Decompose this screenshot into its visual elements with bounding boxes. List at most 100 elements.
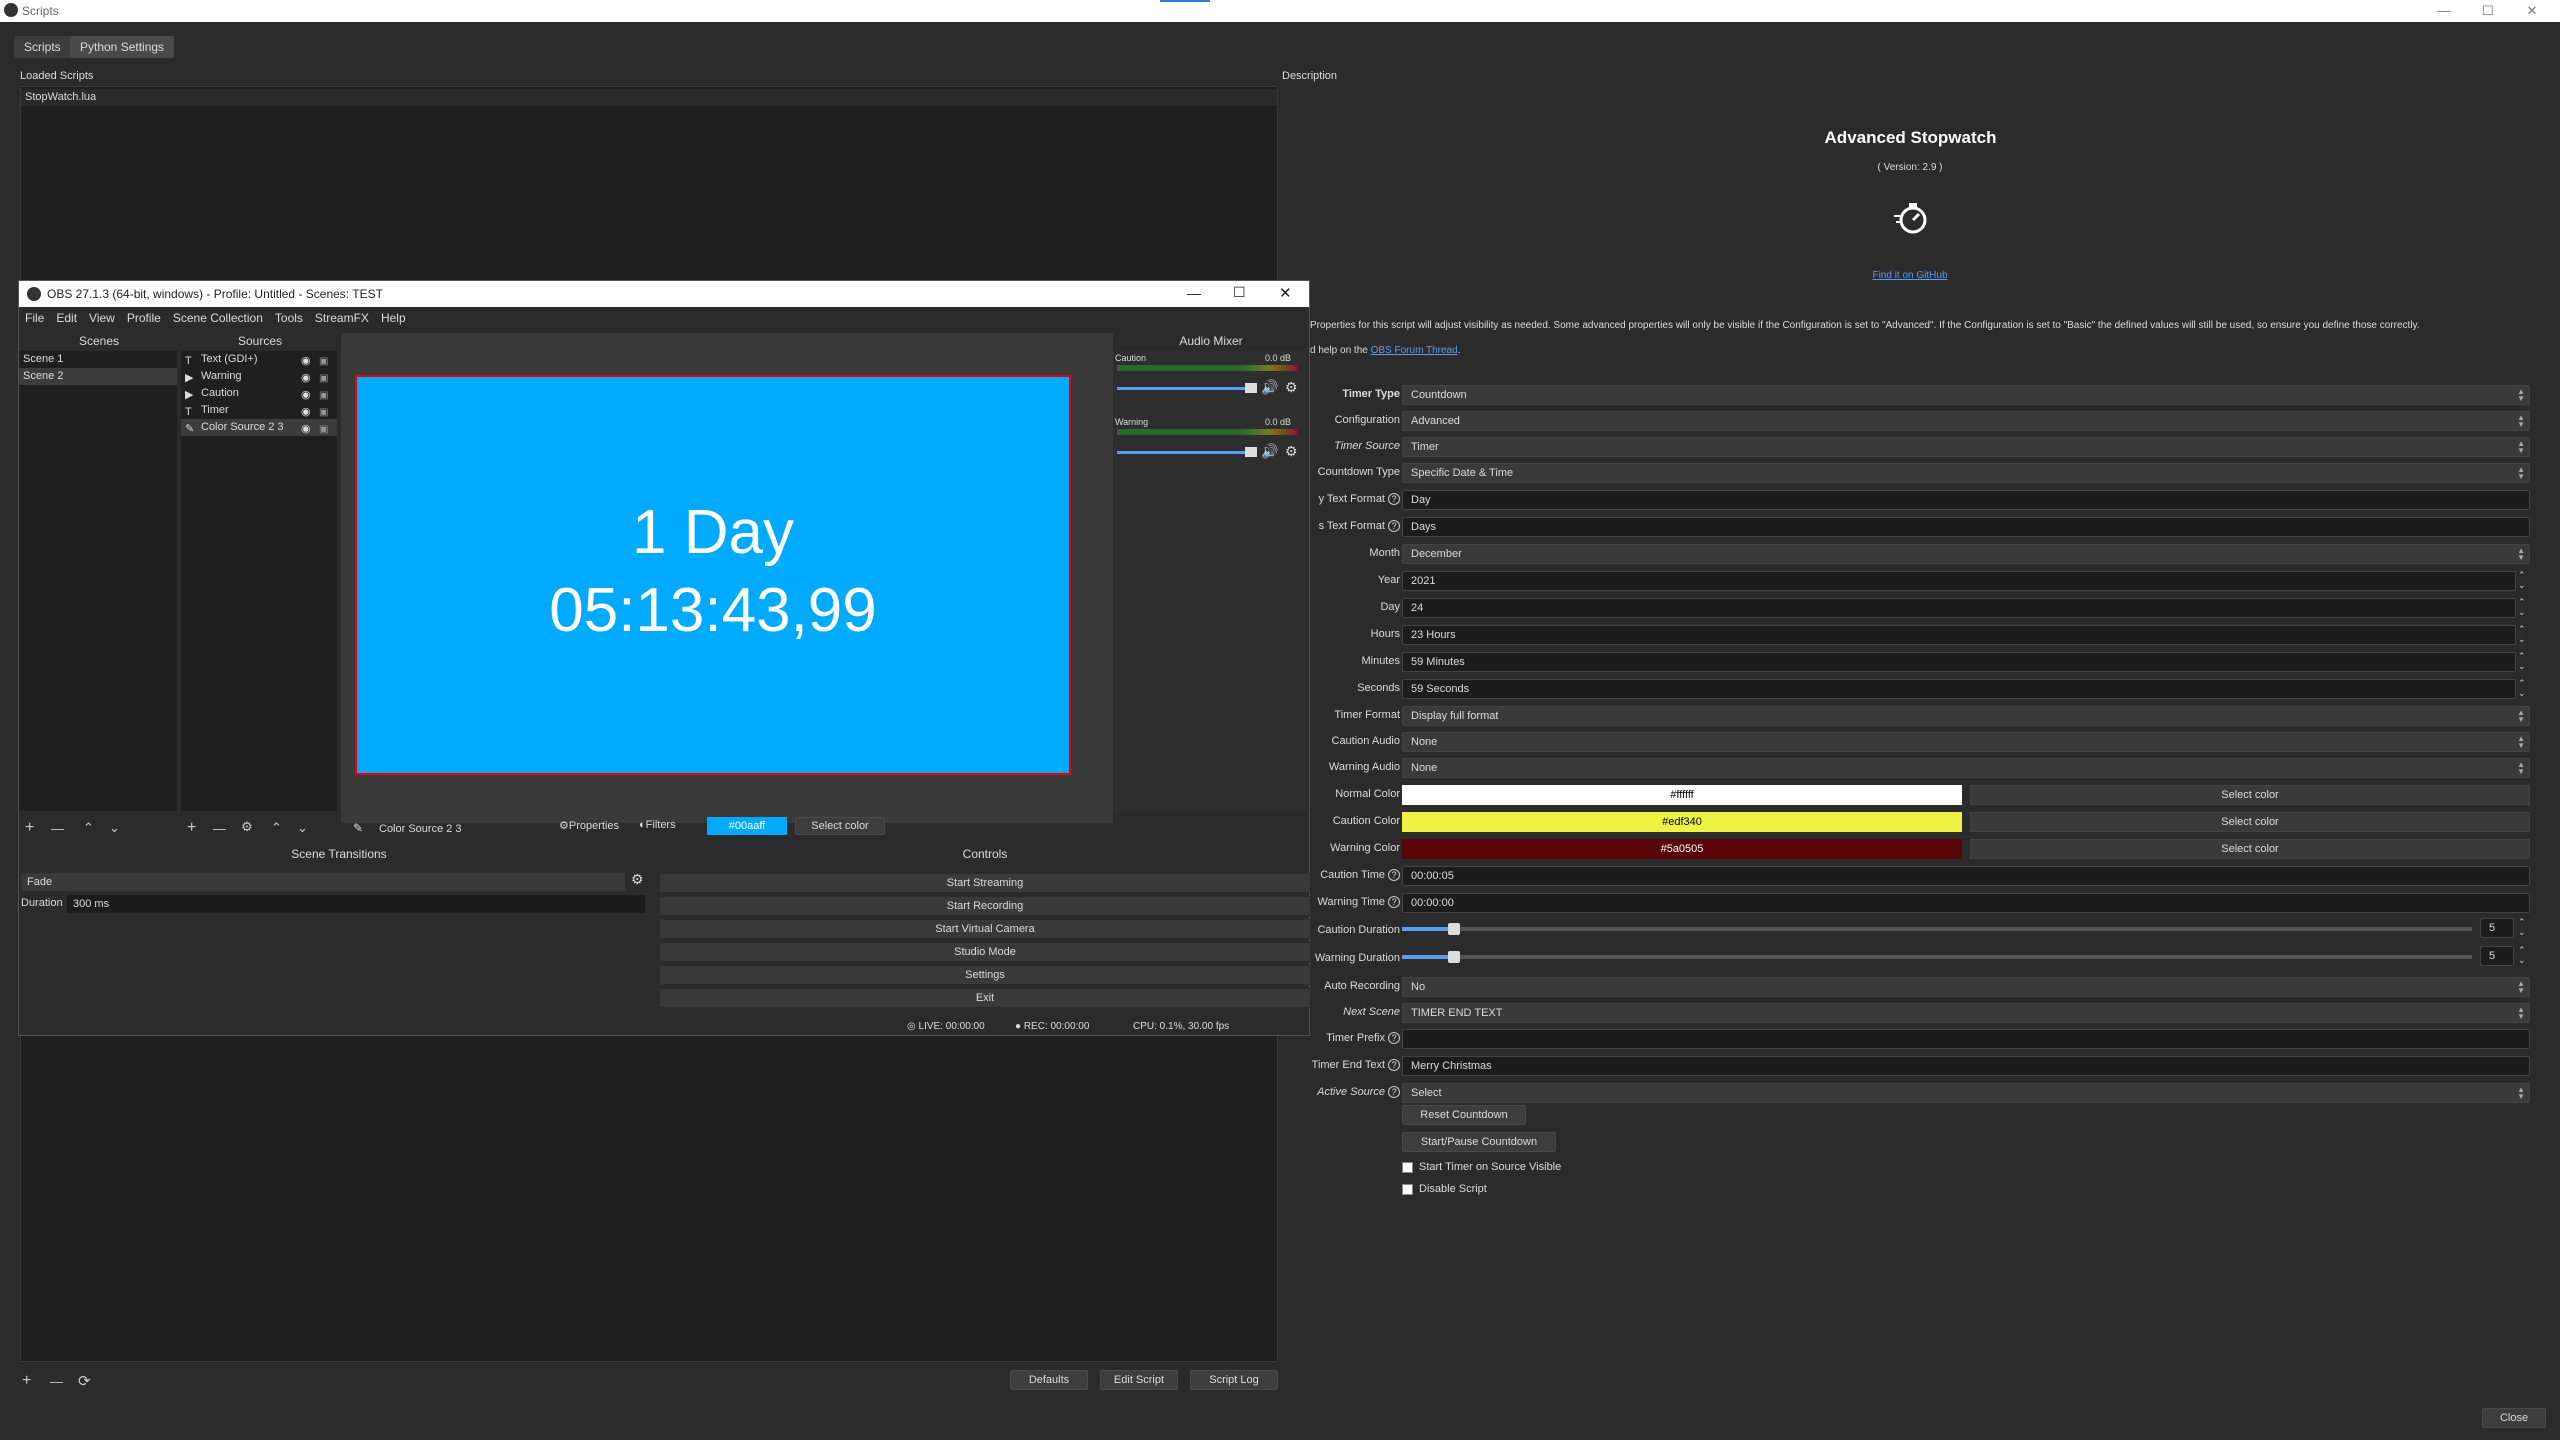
source-item[interactable]: Text (GDI+) (181, 351, 337, 368)
transition-settings-gear-icon[interactable]: ⚙ (631, 871, 644, 888)
add-source-icon[interactable]: + (187, 819, 196, 837)
slider-handle[interactable] (1448, 951, 1460, 963)
timer-prefix-input[interactable] (1402, 1029, 2530, 1049)
move-down-icon[interactable]: ⌄ (109, 820, 120, 836)
caution-duration-spinner[interactable]: ⌃ ⌄ (2518, 917, 2526, 937)
lock-icon[interactable]: ▣ ▣ ▣ ▣ ▣ (319, 353, 328, 438)
active-source-select[interactable]: Select ▲ ▼ (1402, 1083, 2530, 1103)
source-item[interactable]: Timer (181, 402, 337, 419)
menu-file[interactable]: File (19, 307, 50, 329)
month-select[interactable]: December ▲ ▼ (1402, 544, 2530, 564)
start-pause-countdown-button[interactable]: Start/Pause Countdown (1402, 1132, 1556, 1152)
configuration-select[interactable]: Advanced ▲ ▼ (1402, 411, 2530, 431)
list-item[interactable]: StopWatch.lua (21, 89, 1277, 106)
remove-scene-icon[interactable]: — (51, 821, 64, 836)
timer-format-select[interactable]: Display full format ▲ ▼ (1402, 706, 2530, 726)
remove-script-icon[interactable]: — (50, 1374, 63, 1389)
reset-countdown-button[interactable]: Reset Countdown (1402, 1105, 1526, 1125)
start-recording-button[interactable]: Start Recording (659, 896, 1311, 916)
hours-spinner[interactable]: ⌃ ⌄ (2518, 624, 2526, 644)
menu-streamfx[interactable]: StreamFX (309, 307, 375, 329)
warning-duration-input[interactable]: 5 (2480, 946, 2514, 966)
menu-help[interactable]: Help (375, 307, 412, 329)
script-log-button[interactable]: Script Log (1190, 1370, 1278, 1390)
year-spinner[interactable]: ⌃ ⌄ (2518, 570, 2526, 590)
preview-canvas[interactable]: 1 Day 05:13:43,99 (355, 375, 1071, 775)
minimize-icon[interactable]: — (2424, 2, 2464, 20)
disable-script-checkbox[interactable] (1402, 1184, 1413, 1195)
settings-button[interactable]: Settings (659, 965, 1311, 985)
days-text-format-input[interactable]: Days (1402, 517, 2530, 537)
select-color-button[interactable]: Select color (795, 817, 885, 835)
scene-item[interactable]: Scene 2 (19, 368, 177, 385)
caution-duration-input[interactable]: 5 (2480, 918, 2514, 938)
normal-select-color-button[interactable]: Select color (1970, 785, 2530, 805)
add-script-icon[interactable]: + (22, 1372, 31, 1390)
warning-duration-slider[interactable] (1402, 951, 2472, 963)
source-settings-icon[interactable]: ⚙ (241, 819, 253, 835)
duration-input[interactable]: 300 ms (67, 895, 645, 913)
add-scene-icon[interactable]: + (25, 819, 34, 837)
slider-handle[interactable] (1245, 447, 1257, 457)
speaker-icon[interactable]: 🔊 (1261, 443, 1278, 460)
filters-button[interactable]: ◐Filters (639, 819, 676, 831)
minutes-input[interactable]: 59 Minutes (1402, 652, 2516, 672)
github-link[interactable]: Find it on GitHub (1860, 270, 1960, 281)
source-item[interactable]: Color Source 2 3 (181, 419, 337, 436)
countdown-type-select[interactable]: Specific Date & Time ▲ ▼ (1402, 463, 2530, 483)
warning-audio-select[interactable]: None ▲ ▼ (1402, 758, 2530, 778)
start-streaming-button[interactable]: Start Streaming (659, 873, 1311, 893)
close-icon[interactable]: ✕ (2512, 2, 2552, 20)
source-item[interactable]: Caution (181, 385, 337, 402)
seconds-spinner[interactable]: ⌃ ⌄ (2518, 678, 2526, 698)
reload-script-icon[interactable]: ⟳ (78, 1372, 91, 1390)
obs-minimize-icon[interactable]: — (1187, 285, 1201, 301)
move-up-icon[interactable]: ⌃ (271, 820, 282, 836)
properties-button[interactable]: ⚙Properties (559, 819, 619, 832)
day-spinner[interactable]: ⌃ ⌄ (2518, 597, 2526, 617)
defaults-button[interactable]: Defaults (1010, 1370, 1088, 1390)
hours-input[interactable]: 23 Hours (1402, 625, 2516, 645)
day-text-format-input[interactable]: Day (1402, 490, 2530, 510)
close-button[interactable]: Close (2482, 1408, 2546, 1428)
slider-handle[interactable] (1245, 383, 1257, 393)
menu-scene-collection[interactable]: Scene Collection (167, 307, 269, 329)
tab-scripts[interactable]: Scripts (14, 36, 71, 58)
auto-recording-select[interactable]: No ▲ ▼ (1402, 977, 2530, 997)
warning-duration-spinner[interactable]: ⌃ ⌄ (2518, 945, 2526, 965)
next-scene-select[interactable]: TIMER END TEXT ▲ ▼ (1402, 1003, 2530, 1023)
source-item[interactable]: Warning (181, 368, 337, 385)
timer-type-select[interactable]: Countdown ▲ ▼ (1402, 385, 2530, 405)
menu-profile[interactable]: Profile (121, 307, 167, 329)
volume-slider[interactable] (1117, 451, 1257, 454)
forum-thread-link[interactable]: OBS Forum Thread (1371, 345, 1458, 356)
day-input[interactable]: 24 (1402, 598, 2516, 618)
caution-duration-slider[interactable] (1402, 923, 2472, 935)
tab-python-settings[interactable]: Python Settings (70, 36, 175, 58)
transition-select[interactable]: Fade (21, 873, 625, 891)
caution-audio-select[interactable]: None ▲ ▼ (1402, 732, 2530, 752)
year-input[interactable]: 2021 (1402, 571, 2516, 591)
obs-close-icon[interactable]: ✕ (1279, 284, 1292, 302)
move-down-icon[interactable]: ⌄ (297, 820, 308, 836)
studio-mode-button[interactable]: Studio Mode (659, 942, 1311, 962)
seconds-input[interactable]: 59 Seconds (1402, 679, 2516, 699)
menu-edit[interactable]: Edit (50, 307, 83, 329)
caution-select-color-button[interactable]: Select color (1970, 812, 2530, 832)
speaker-icon[interactable]: 🔊 (1261, 379, 1278, 396)
move-up-icon[interactable]: ⌃ (83, 820, 94, 836)
timer-source-select[interactable]: Timer ▲ ▼ (1402, 437, 2530, 457)
slider-handle[interactable] (1448, 923, 1460, 935)
exit-button[interactable]: Exit (659, 988, 1311, 1008)
start-virtual-camera-button[interactable]: Start Virtual Camera (659, 919, 1311, 939)
menu-view[interactable]: View (83, 307, 121, 329)
volume-slider[interactable] (1117, 387, 1257, 390)
gear-icon[interactable]: ⚙ (1285, 443, 1298, 460)
remove-source-icon[interactable]: — (213, 821, 226, 836)
warning-time-input[interactable]: 00:00:00 (1402, 893, 2530, 913)
edit-script-button[interactable]: Edit Script (1100, 1370, 1178, 1390)
caution-time-input[interactable]: 00:00:05 (1402, 866, 2530, 886)
start-on-visible-checkbox[interactable] (1402, 1162, 1413, 1173)
maximize-icon[interactable]: ☐ (2468, 2, 2508, 20)
eye-icon[interactable]: ◉ ◉ ◉ ◉ ◉ (301, 353, 311, 438)
